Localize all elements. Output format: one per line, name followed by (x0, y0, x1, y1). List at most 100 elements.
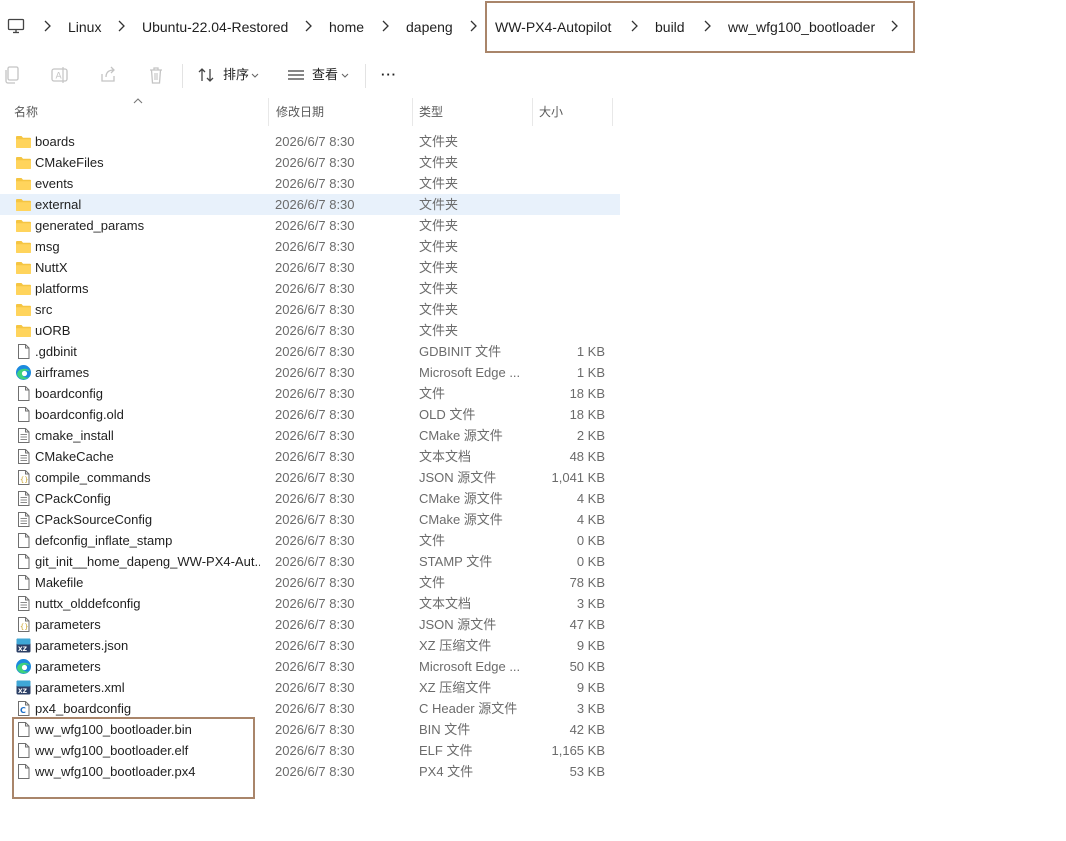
file-icon (15, 343, 32, 360)
file-row[interactable]: .gdbinit 2026/6/7 8:30 GDBINIT 文件 1 KB (0, 341, 620, 362)
file-name: cmake_install (35, 428, 114, 443)
file-row[interactable]: parameters 2026/6/7 8:30 Microsoft Edge … (0, 656, 620, 677)
file-row[interactable]: CPackConfig 2026/6/7 8:30 CMake 源文件 4 KB (0, 488, 620, 509)
file-name: src (35, 302, 53, 317)
file-date: 2026/6/7 8:30 (275, 197, 355, 212)
chevron-right-icon[interactable] (303, 19, 313, 33)
file-type: Microsoft Edge ... (419, 365, 521, 380)
file-size: 78 KB (569, 575, 605, 590)
file-size: 1,041 KB (551, 470, 606, 485)
folder-icon (15, 196, 32, 213)
file-date: 2026/6/7 8:30 (275, 239, 355, 254)
file-row[interactable]: airframes 2026/6/7 8:30 Microsoft Edge .… (0, 362, 620, 383)
breadcrumb-dapeng[interactable]: dapeng (406, 17, 453, 37)
column-header-date[interactable]: 修改日期 (276, 104, 324, 120)
rename-icon[interactable]: A (49, 65, 71, 85)
file-date: 2026/6/7 8:30 (275, 344, 355, 359)
column-header-size[interactable]: 大小 (539, 104, 563, 120)
column-divider[interactable] (612, 98, 613, 126)
file-type: 文件 (419, 575, 446, 590)
copy-icon[interactable] (2, 65, 24, 85)
chevron-right-icon[interactable] (42, 19, 52, 33)
file-row[interactable]: generated_params 2026/6/7 8:30 文件夹 (0, 215, 620, 236)
column-divider[interactable] (532, 98, 533, 126)
file-name: nuttx_olddefconfig (35, 596, 141, 611)
file-row[interactable]: XZ parameters.xml 2026/6/7 8:30 XZ 压缩文件 … (0, 677, 620, 698)
file-size: 3 KB (576, 596, 605, 611)
folder-icon (15, 133, 32, 150)
file-size: 3 KB (576, 701, 605, 716)
chevron-down-icon[interactable] (339, 65, 351, 85)
chevron-right-icon[interactable] (116, 19, 126, 33)
file-list: boards 2026/6/7 8:30 文件夹 CMakeFiles 2026… (0, 131, 620, 782)
file-size: 9 KB (576, 680, 605, 695)
file-row[interactable]: NuttX 2026/6/7 8:30 文件夹 (0, 257, 620, 278)
file-date: 2026/6/7 8:30 (275, 764, 355, 779)
chevron-right-icon[interactable] (380, 19, 390, 33)
file-name: uORB (35, 323, 71, 338)
file-row[interactable]: boardconfig 2026/6/7 8:30 文件 18 KB (0, 383, 620, 404)
file-size: 42 KB (569, 722, 605, 737)
view-button[interactable]: 查看 (312, 67, 338, 83)
column-divider[interactable] (412, 98, 413, 126)
breadcrumb-home[interactable]: home (329, 17, 364, 37)
view-icon[interactable] (285, 65, 307, 85)
file-type: 文本文档 (419, 449, 472, 464)
file-type: Microsoft Edge ... (419, 659, 521, 674)
file-row[interactable]: git_init__home_dapeng_WW-PX4-Aut... 2026… (0, 551, 620, 572)
file-row[interactable]: CMakeFiles 2026/6/7 8:30 文件夹 (0, 152, 620, 173)
file-row[interactable]: CMakeCache 2026/6/7 8:30 文本文档 48 KB (0, 446, 620, 467)
file-icon (15, 553, 32, 570)
file-row[interactable]: {} compile_commands 2026/6/7 8:30 JSON 源… (0, 467, 620, 488)
column-divider[interactable] (268, 98, 269, 126)
column-header-name[interactable]: 名称 (14, 104, 38, 120)
file-date: 2026/6/7 8:30 (275, 470, 355, 485)
this-pc-icon[interactable] (7, 17, 25, 35)
file-size: 1 KB (576, 365, 605, 380)
svg-text:{}: {} (20, 476, 28, 484)
breadcrumb-ubuntu[interactable]: Ubuntu-22.04-Restored (142, 17, 288, 37)
column-header-type[interactable]: 类型 (419, 104, 443, 120)
chevron-right-icon[interactable] (468, 19, 478, 33)
file-date: 2026/6/7 8:30 (275, 512, 355, 527)
svg-text:A: A (56, 72, 63, 82)
breadcrumb-linux[interactable]: Linux (68, 17, 101, 37)
folder-icon (15, 301, 32, 318)
file-name: parameters.json (35, 638, 129, 653)
file-row[interactable]: uORB 2026/6/7 8:30 文件夹 (0, 320, 620, 341)
file-row[interactable]: Makefile 2026/6/7 8:30 文件 78 KB (0, 572, 620, 593)
share-icon[interactable] (98, 65, 120, 85)
file-name: parameters.xml (35, 680, 125, 695)
file-row[interactable]: nuttx_olddefconfig 2026/6/7 8:30 文本文档 3 … (0, 593, 620, 614)
text-file-icon (15, 427, 32, 444)
file-row[interactable]: defconfig_inflate_stamp 2026/6/7 8:30 文件… (0, 530, 620, 551)
file-row[interactable]: platforms 2026/6/7 8:30 文件夹 (0, 278, 620, 299)
file-row[interactable]: XZ parameters.json 2026/6/7 8:30 XZ 压缩文件… (0, 635, 620, 656)
file-name: boardconfig.old (35, 407, 124, 422)
sort-button[interactable]: 排序 (223, 67, 249, 83)
path-highlight-box (485, 1, 915, 53)
more-options-button[interactable]: ··· (381, 67, 397, 83)
file-row[interactable]: boards 2026/6/7 8:30 文件夹 (0, 131, 620, 152)
file-row[interactable]: CPackSourceConfig 2026/6/7 8:30 CMake 源文… (0, 509, 620, 530)
file-row[interactable]: boardconfig.old 2026/6/7 8:30 OLD 文件 18 … (0, 404, 620, 425)
file-row[interactable]: events 2026/6/7 8:30 文件夹 (0, 173, 620, 194)
file-type: 文件 (419, 386, 446, 401)
c-header-file-icon: C (15, 700, 32, 717)
file-type: JSON 源文件 (419, 470, 497, 485)
file-row[interactable]: cmake_install 2026/6/7 8:30 CMake 源文件 2 … (0, 425, 620, 446)
chevron-down-icon[interactable] (249, 65, 261, 85)
file-size: 48 KB (569, 449, 605, 464)
file-row[interactable]: {} parameters 2026/6/7 8:30 JSON 源文件 47 … (0, 614, 620, 635)
file-row[interactable]: src 2026/6/7 8:30 文件夹 (0, 299, 620, 320)
delete-icon[interactable] (145, 65, 167, 85)
file-date: 2026/6/7 8:30 (275, 155, 355, 170)
file-size: 0 KB (576, 554, 605, 569)
file-type: PX4 文件 (419, 764, 474, 779)
file-size: 53 KB (569, 764, 605, 779)
sort-icon[interactable] (196, 65, 218, 85)
file-row[interactable]: C px4_boardconfig 2026/6/7 8:30 C Header… (0, 698, 620, 719)
file-row[interactable]: msg 2026/6/7 8:30 文件夹 (0, 236, 620, 257)
file-date: 2026/6/7 8:30 (275, 365, 355, 380)
file-row[interactable]: external 2026/6/7 8:30 文件夹 (0, 194, 620, 215)
